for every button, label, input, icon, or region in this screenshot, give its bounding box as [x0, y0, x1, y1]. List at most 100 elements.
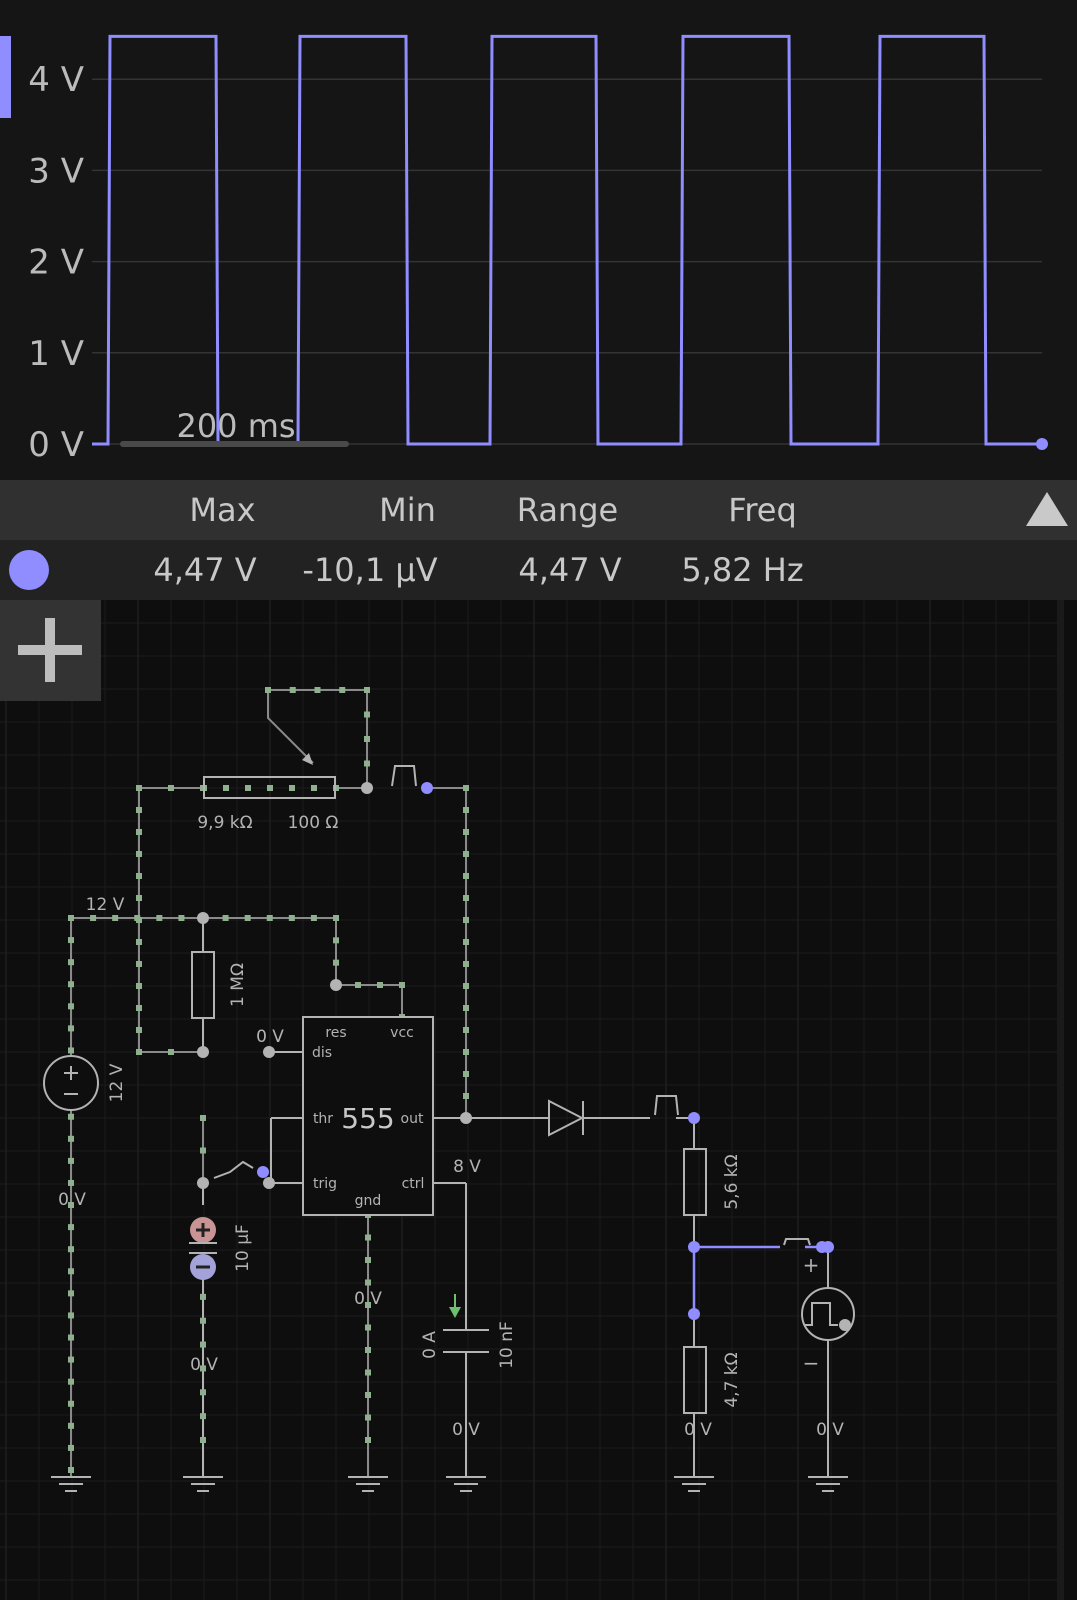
current-dot — [68, 981, 74, 988]
pin-dis-label: dis — [312, 1045, 332, 1061]
oscilloscope-plot[interactable]: 4 V 3 V 2 V 1 V 0 V 200 ms — [0, 0, 1077, 480]
source-value-label: 12 V — [107, 1063, 127, 1102]
current-dot — [463, 829, 469, 835]
source-minus-label: − — [803, 1351, 820, 1375]
current-dot — [68, 959, 74, 966]
gnd-node-label: 0 V — [354, 1289, 382, 1309]
pin-res-label: res — [325, 1025, 346, 1041]
scope-y-tick-label: 1 V — [28, 334, 84, 374]
current-dot — [112, 915, 119, 921]
current-dot — [333, 959, 339, 966]
scope-trace — [92, 34, 1042, 446]
current-dot — [265, 687, 271, 693]
ctrl-node-label: 8 V — [453, 1157, 481, 1177]
current-dot — [365, 1257, 371, 1263]
timer-555-chip[interactable]: 555 res vcc dis thr out trig ctrl gnd — [302, 1016, 434, 1216]
current-dot — [168, 785, 174, 791]
current-dot — [365, 1347, 371, 1353]
ground-icon — [51, 1476, 91, 1492]
current-dot — [136, 1049, 142, 1055]
circuit-canvas[interactable]: 9,9 kΩ 100 Ω 1 MΩ 12 V 0 V 12 V 0 V 10 µ… — [0, 600, 1077, 1600]
current-dot — [310, 915, 317, 921]
scope-y-tick-label: 2 V — [28, 243, 84, 283]
current-dot — [364, 760, 370, 767]
current-dot — [463, 1071, 469, 1077]
current-dot — [68, 937, 74, 944]
current-dot — [365, 1437, 371, 1443]
stat-min-value: -10,1 µV — [302, 551, 438, 589]
scope-y-tick-label: 4 V — [28, 60, 84, 100]
oscilloscope-panel[interactable]: 4 V 3 V 2 V 1 V 0 V 200 ms — [0, 0, 1077, 480]
resistor-1m[interactable]: 1 MΩ — [191, 951, 248, 1019]
stat-header-freq: Freq — [728, 491, 797, 529]
switch-icon[interactable] — [213, 1160, 254, 1179]
current-dot — [68, 1179, 74, 1186]
dis-node-label: 0 V — [256, 1027, 284, 1047]
scope-gridlines — [92, 78, 1042, 445]
r-bottom-label: 4,7 kΩ — [722, 1352, 742, 1407]
current-dot — [200, 1147, 206, 1154]
collapse-stats-button[interactable] — [1026, 492, 1068, 526]
out-source-bottom-label: 0 V — [816, 1420, 844, 1440]
current-dot — [311, 785, 317, 791]
current-dot — [136, 829, 142, 835]
ground-icon — [348, 1476, 388, 1492]
current-dot — [136, 785, 142, 791]
current-dot — [200, 1317, 206, 1324]
current-dot — [463, 1093, 469, 1099]
current-dot — [68, 1246, 74, 1253]
stat-range-value: 4,47 V — [518, 551, 622, 589]
current-dot — [168, 1049, 174, 1055]
current-dot — [245, 785, 251, 791]
trace-color-indicator[interactable] — [9, 550, 49, 590]
pin-gnd-label: gnd — [355, 1193, 382, 1209]
current-dot — [200, 1413, 206, 1420]
current-dot — [68, 1334, 74, 1341]
circuit-grid — [0, 600, 1060, 1600]
current-dot — [68, 1003, 74, 1010]
current-dot — [68, 1400, 74, 1407]
current-dot — [463, 873, 469, 879]
ground-icon — [183, 1476, 223, 1492]
current-dot — [463, 939, 469, 945]
current-dot — [136, 873, 142, 879]
cap-value-label: 10 µF — [233, 1224, 253, 1272]
current-dot — [90, 915, 97, 921]
circuit-schematic[interactable]: 9,9 kΩ 100 Ω 1 MΩ 12 V 0 V 12 V 0 V 10 µ… — [0, 600, 1077, 1600]
current-dot — [365, 1414, 371, 1421]
current-dot — [68, 1268, 74, 1275]
resistor-4k7[interactable]: 4,7 kΩ — [683, 1346, 742, 1414]
current-dot — [333, 937, 339, 944]
add-component-button[interactable] — [0, 600, 101, 701]
current-dot — [136, 983, 142, 989]
current-dot — [136, 895, 142, 901]
canvas-scrollbar[interactable] — [1057, 600, 1064, 1600]
pin-ctrl-label: ctrl — [402, 1176, 425, 1192]
dc-voltage-source[interactable]: 12 V — [43, 1055, 127, 1111]
current-dot — [68, 915, 74, 921]
stats-values-row[interactable]: 4,47 V -10,1 µV 4,47 V 5,82 Hz — [0, 540, 1077, 600]
stat-header-min: Min — [379, 491, 436, 529]
current-dot — [200, 1437, 206, 1443]
current-dot — [289, 785, 295, 791]
current-dot — [68, 1312, 74, 1319]
current-dot — [399, 982, 405, 988]
current-dot — [68, 1224, 74, 1231]
ctrl-cap-bottom-label: 0 V — [452, 1420, 480, 1440]
scope-channel-marker — [0, 36, 11, 118]
current-dot — [68, 1378, 74, 1385]
time-scale-label: 200 ms — [176, 407, 295, 445]
current-dot — [463, 851, 469, 857]
current-dot — [200, 1293, 206, 1300]
current-dot — [136, 917, 142, 923]
capacitor-10uf[interactable]: 10 µF — [189, 1217, 253, 1280]
pot-wiper-label: 100 Ω — [288, 813, 339, 833]
probe-icon — [391, 765, 417, 787]
current-dot — [463, 917, 469, 923]
r-top-label: 5,6 kΩ — [722, 1154, 742, 1209]
current-dot — [136, 1005, 142, 1011]
ctrl-cap-label: 10 nF — [497, 1321, 517, 1369]
resistor-5k6[interactable]: 5,6 kΩ — [683, 1148, 742, 1216]
current-dot — [223, 785, 229, 791]
current-dot — [463, 1049, 469, 1055]
